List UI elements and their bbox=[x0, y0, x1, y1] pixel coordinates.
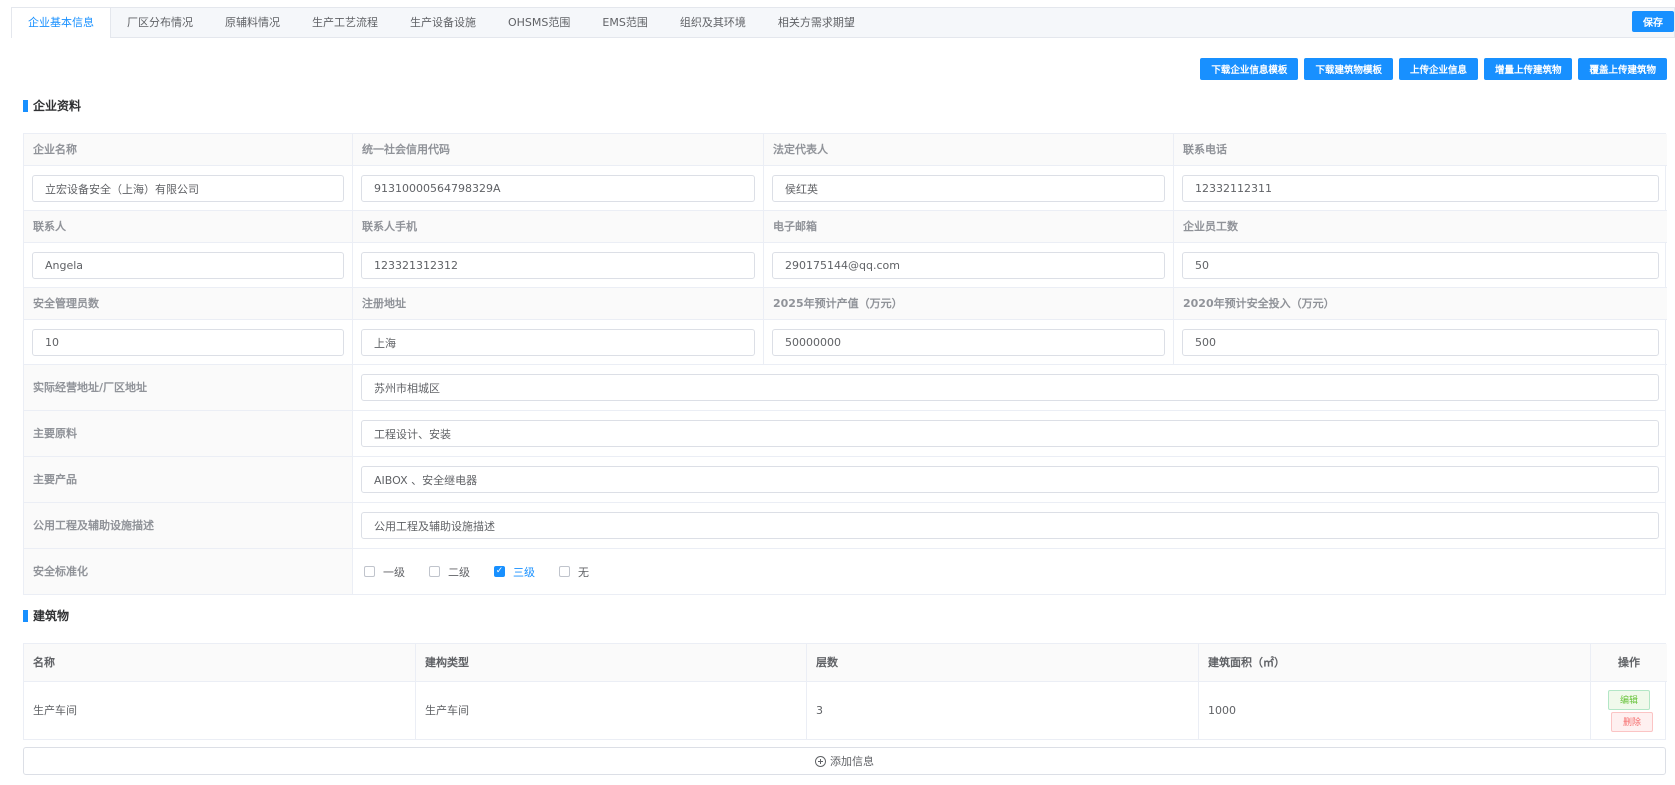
building-area-cell: 1000 bbox=[1199, 682, 1591, 739]
main-products-row: 主要产品 bbox=[24, 457, 1665, 503]
plus-circle-icon bbox=[815, 755, 826, 767]
overwrite-upload-buildings-button[interactable]: 覆盖上传建筑物 bbox=[1578, 58, 1667, 80]
safety-level-3-checkbox[interactable]: ✓ 三级 bbox=[494, 564, 535, 580]
phone-input[interactable] bbox=[1182, 175, 1659, 202]
main-products-input[interactable] bbox=[361, 466, 1659, 493]
download-building-template-button[interactable]: 下载建筑物模板 bbox=[1304, 58, 1393, 80]
value-row-1 bbox=[24, 166, 1667, 211]
tab-stakeholder-expectations[interactable]: 相关方需求期望 bbox=[762, 8, 871, 37]
upload-company-info-button[interactable]: 上传企业信息 bbox=[1398, 58, 1478, 80]
phone-label: 联系电话 bbox=[1174, 134, 1667, 166]
safety-level-2-label: 二级 bbox=[448, 565, 470, 579]
safety-staff-input[interactable] bbox=[32, 329, 344, 356]
add-info-button[interactable]: 添加信息 bbox=[23, 747, 1666, 775]
contact-mobile-label: 联系人手机 bbox=[353, 211, 764, 243]
legal-rep-label: 法定代表人 bbox=[764, 134, 1174, 166]
buildings-table: 名称 建构类型 层数 建筑面积（㎡） 操作 生产车间 生产车间 3 1000 编… bbox=[23, 643, 1667, 740]
output-2025-label: 2025年预计产值（万元） bbox=[764, 288, 1174, 320]
company-section-title: 企业资料 bbox=[23, 99, 81, 113]
buildings-section-title: 建筑物 bbox=[23, 609, 69, 623]
safety-level-3-label: 三级 bbox=[513, 565, 535, 579]
utilities-input[interactable] bbox=[361, 512, 1659, 539]
safety-standard-row: 安全标准化 一级 二级 ✓ 三级 无 bbox=[24, 549, 1665, 594]
safety-level-1-label: 一级 bbox=[383, 565, 405, 579]
contact-mobile-input[interactable] bbox=[361, 252, 755, 279]
output-2025-input[interactable] bbox=[772, 329, 1165, 356]
incremental-upload-buildings-button[interactable]: 增量上传建筑物 bbox=[1483, 58, 1573, 80]
safety-level-2-checkbox[interactable]: 二级 bbox=[429, 564, 470, 580]
credit-code-label: 统一社会信用代码 bbox=[353, 134, 764, 166]
label-row-3: 安全管理员数 注册地址 2025年预计产值（万元） 2020年预计安全投入（万元… bbox=[24, 288, 1667, 320]
main-products-label: 主要产品 bbox=[24, 457, 353, 502]
building-floors-cell: 3 bbox=[807, 682, 1199, 739]
tab-bar: 企业基本信息 厂区分布情况 原辅料情况 生产工艺流程 生产设备设施 OHSMS范… bbox=[11, 7, 1675, 38]
company-basic-info-page: 企业基本信息 厂区分布情况 原辅料情况 生产工艺流程 生产设备设施 OHSMS范… bbox=[0, 0, 1675, 785]
safety-standard-checkbox-group: 一级 二级 ✓ 三级 无 bbox=[361, 558, 1659, 585]
column-header-type: 建构类型 bbox=[416, 644, 807, 682]
table-row: 生产车间 生产车间 3 1000 编辑 删除 bbox=[24, 682, 1665, 739]
contact-label: 联系人 bbox=[24, 211, 353, 243]
safety-level-none-checkbox[interactable]: 无 bbox=[559, 564, 589, 580]
column-header-floors: 层数 bbox=[807, 644, 1199, 682]
safety-standard-label: 安全标准化 bbox=[24, 549, 353, 594]
save-button[interactable]: 保存 bbox=[1632, 11, 1674, 32]
action-toolbar: 下载企业信息模板 下载建筑物模板 上传企业信息 增量上传建筑物 覆盖上传建筑物 bbox=[1200, 58, 1667, 80]
legal-rep-input[interactable] bbox=[772, 175, 1165, 202]
tab-plant-distribution[interactable]: 厂区分布情况 bbox=[111, 8, 209, 37]
email-input[interactable] bbox=[772, 252, 1165, 279]
column-header-area: 建筑面积（㎡） bbox=[1199, 644, 1591, 682]
safety-staff-label: 安全管理员数 bbox=[24, 288, 353, 320]
tab-ems-scope[interactable]: EMS范围 bbox=[586, 8, 663, 37]
safety-level-none-label: 无 bbox=[578, 565, 589, 579]
employees-input[interactable] bbox=[1182, 252, 1659, 279]
label-row-2: 联系人 联系人手机 电子邮箱 企业员工数 bbox=[24, 211, 1667, 243]
safety-level-1-checkbox[interactable]: 一级 bbox=[364, 564, 405, 580]
tab-process-flow[interactable]: 生产工艺流程 bbox=[296, 8, 394, 37]
safety-invest-2020-label: 2020年预计安全投入（万元） bbox=[1174, 288, 1667, 320]
actual-address-input[interactable] bbox=[361, 374, 1659, 401]
building-type-cell: 生产车间 bbox=[416, 682, 807, 739]
checkbox-unchecked-icon bbox=[429, 566, 440, 577]
tab-raw-materials[interactable]: 原辅料情况 bbox=[209, 8, 296, 37]
edit-button[interactable]: 编辑 bbox=[1608, 689, 1650, 710]
row-actions-cell: 编辑 删除 bbox=[1591, 682, 1667, 739]
actual-address-row: 实际经营地址/厂区地址 bbox=[24, 365, 1665, 411]
reg-address-label: 注册地址 bbox=[353, 288, 764, 320]
label-row-1: 企业名称 统一社会信用代码 法定代表人 联系电话 bbox=[24, 134, 1667, 166]
building-name-cell: 生产车间 bbox=[24, 682, 416, 739]
email-label: 电子邮箱 bbox=[764, 211, 1174, 243]
tab-equipment-facilities[interactable]: 生产设备设施 bbox=[394, 8, 492, 37]
actual-address-label: 实际经营地址/厂区地址 bbox=[24, 365, 353, 410]
tab-organization-environment[interactable]: 组织及其环境 bbox=[664, 8, 762, 37]
checkbox-unchecked-icon bbox=[364, 566, 375, 577]
main-materials-label: 主要原料 bbox=[24, 411, 353, 456]
utilities-row: 公用工程及辅助设施描述 bbox=[24, 503, 1665, 549]
reg-address-input[interactable] bbox=[361, 329, 755, 356]
value-row-3 bbox=[24, 320, 1667, 365]
column-header-actions: 操作 bbox=[1591, 644, 1667, 682]
credit-code-input[interactable] bbox=[361, 175, 755, 202]
main-materials-input[interactable] bbox=[361, 420, 1659, 447]
contact-input[interactable] bbox=[32, 252, 344, 279]
utilities-label: 公用工程及辅助设施描述 bbox=[24, 503, 353, 548]
company-name-label: 企业名称 bbox=[24, 134, 353, 166]
checkbox-checked-icon: ✓ bbox=[494, 566, 505, 577]
checkbox-unchecked-icon bbox=[559, 566, 570, 577]
value-row-2 bbox=[24, 243, 1667, 288]
tab-ohsms-scope[interactable]: OHSMS范围 bbox=[492, 8, 586, 37]
download-company-template-button[interactable]: 下载企业信息模板 bbox=[1200, 58, 1299, 80]
table-header: 名称 建构类型 层数 建筑面积（㎡） 操作 bbox=[24, 644, 1667, 682]
column-header-name: 名称 bbox=[24, 644, 416, 682]
delete-button[interactable]: 删除 bbox=[1611, 711, 1653, 732]
main-materials-row: 主要原料 bbox=[24, 411, 1665, 457]
company-name-input[interactable] bbox=[32, 175, 344, 202]
add-info-label: 添加信息 bbox=[830, 755, 874, 768]
tab-company-basic-info[interactable]: 企业基本信息 bbox=[11, 8, 111, 38]
company-info-form: 企业名称 统一社会信用代码 法定代表人 联系电话 联系人 联系人手机 电子邮箱 … bbox=[23, 133, 1667, 595]
employees-label: 企业员工数 bbox=[1174, 211, 1667, 243]
safety-invest-2020-input[interactable] bbox=[1182, 329, 1659, 356]
